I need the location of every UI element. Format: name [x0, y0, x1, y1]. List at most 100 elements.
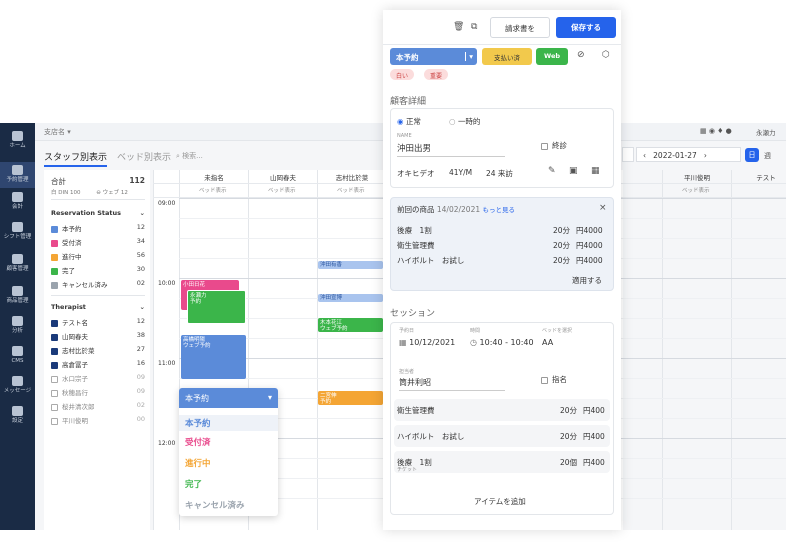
therapist-filter[interactable]: 高倉冨子 16	[51, 359, 145, 369]
event-card[interactable]: 永瀬力 予約	[187, 290, 246, 324]
day-view-button[interactable]: 日	[745, 148, 759, 162]
status-filter[interactable]: 完了 30	[51, 265, 145, 275]
status-select[interactable]: 本予約 ▾	[390, 48, 477, 65]
dropdown-option[interactable]: 完了	[185, 478, 202, 490]
customer-section-title: 顧客詳細	[390, 97, 427, 107]
previous-item-name: 後療 1割	[397, 226, 432, 235]
week-view-button[interactable]: 週	[764, 151, 771, 161]
nav-customers[interactable]: 顧客管理	[0, 254, 35, 273]
copy-icon[interactable]: ⧉	[471, 22, 477, 32]
alert-checkbox[interactable]: 終診	[541, 140, 567, 151]
dropdown-option[interactable]: 本予約	[179, 415, 278, 431]
bed-view-toggle[interactable]: ベッド表示	[682, 186, 710, 194]
event-card[interactable]: 高橋明陽 ウェブ予約	[181, 335, 246, 379]
more-link[interactable]: もっと見る	[483, 206, 516, 214]
event-card[interactable]: 沖田宣博	[318, 294, 383, 302]
therapist-filter[interactable]: 秋穂昌行 09	[51, 387, 145, 397]
nav-products[interactable]: 商品管理	[0, 286, 35, 305]
date-field[interactable]: ▦ 10/12/2021	[399, 338, 455, 347]
designate-checkbox[interactable]: 指名	[541, 374, 567, 385]
date-picker[interactable]	[622, 147, 634, 162]
tag-chip[interactable]: 白い	[390, 69, 415, 80]
hour-label: 11:00	[158, 360, 176, 367]
staff-field[interactable]: 筒井利昭	[399, 377, 505, 391]
session-item-sub: チケット	[397, 467, 418, 473]
clock-icon: ◷	[470, 338, 477, 347]
status-filter[interactable]: 本予約 12	[51, 223, 145, 233]
user-name[interactable]: 永瀬力	[756, 127, 776, 137]
edit-icon[interactable]: ✎	[548, 166, 556, 176]
status-filter[interactable]: 進行中 56	[51, 251, 145, 261]
checkbox-icon	[51, 347, 58, 355]
paid-button[interactable]: 支払い済	[482, 48, 532, 65]
tab-staff[interactable]: スタッフ別表示	[44, 150, 108, 167]
event-card[interactable]: 沖田有香	[318, 261, 383, 269]
bed-field[interactable]: AA	[542, 338, 553, 347]
invoice-button[interactable]: 請求書を	[490, 17, 550, 38]
customer-kana: オキヒデオ	[397, 169, 435, 178]
dropdown-selected[interactable]: 本予約 ▾	[179, 388, 278, 408]
chevron-down-icon: ▾	[267, 393, 272, 402]
web-icon: ⊖	[96, 190, 101, 196]
nav-shift[interactable]: シフト管理	[0, 222, 35, 241]
divider	[51, 295, 145, 296]
previous-item-time: 20分	[553, 256, 571, 265]
previous-item-time: 20分	[553, 241, 571, 250]
save-button[interactable]: 保存する	[556, 17, 616, 38]
nav-analytics[interactable]: 分析	[0, 316, 35, 335]
event-card[interactable]: 二宮伸 予約	[318, 391, 383, 405]
tab-bed[interactable]: ベッド別表示	[117, 150, 171, 163]
status-title[interactable]: Reservation Status ⌄	[51, 209, 145, 217]
status-dropdown[interactable]: 本予約 ▾ 本予約 受付済 進行中 完了 キャンセル済み	[179, 388, 278, 516]
dropdown-option[interactable]: キャンセル済み	[185, 499, 245, 511]
therapist-title[interactable]: Therapist ⌄	[51, 303, 145, 311]
dropdown-option[interactable]: 受付済	[185, 436, 211, 448]
staff-column-header: テスト	[756, 174, 776, 182]
search-input[interactable]: ⌕ 検索...	[176, 151, 203, 161]
therapist-filter[interactable]: 水口宗子 09	[51, 373, 145, 383]
column-divider	[662, 170, 663, 530]
store-selector[interactable]: 支店名 ▾	[44, 127, 71, 137]
nav-home[interactable]: ホーム	[0, 131, 35, 150]
staff-column-header: 志村比於菜	[335, 174, 369, 182]
therapist-filter[interactable]: 志村比於菜 27	[51, 345, 145, 355]
close-icon[interactable]: ×	[599, 203, 607, 213]
bed-view-toggle[interactable]: ベッド表示	[268, 186, 296, 194]
nav-messages[interactable]: メッセージ	[0, 376, 35, 395]
apply-button[interactable]: 適用する	[572, 275, 602, 286]
checkbox-icon	[51, 225, 58, 233]
session-item-price: 円400	[583, 458, 605, 467]
status-filter[interactable]: キャンセル済み 02	[51, 279, 145, 289]
nav-settings[interactable]: 設定	[0, 406, 35, 425]
bed-view-toggle[interactable]: ベッド表示	[337, 186, 365, 194]
divider	[383, 44, 621, 45]
nav-reservations[interactable]: 予約管理	[0, 162, 35, 188]
bag-icon[interactable]: ⬡	[602, 50, 610, 60]
calendar-icon: ▦	[399, 338, 407, 347]
time-field[interactable]: ◷ 10:40 - 10:40	[470, 338, 534, 347]
date-navigator[interactable]: ‹ 2022-01-27 ›	[636, 147, 741, 162]
event-card[interactable]: 木本花江 ウェブ予約	[318, 318, 383, 332]
calendar-icon[interactable]: ▦	[591, 166, 600, 176]
nav-accounting[interactable]: 会計	[0, 192, 35, 211]
therapist-filter[interactable]: 桜井清次郎 02	[51, 401, 145, 411]
cancel-icon[interactable]: ⊘	[577, 50, 585, 60]
id-card-icon[interactable]: ▣	[569, 166, 578, 176]
radio-normal[interactable]: ◉ 正常	[397, 116, 421, 127]
tag-chip[interactable]: 重要	[424, 69, 449, 80]
staff-label: 担当者	[399, 369, 415, 375]
radio-temporary[interactable]: ○ 一時的	[449, 116, 480, 127]
add-item-button[interactable]: アイテムを追加	[474, 496, 526, 507]
therapist-filter[interactable]: 山岡春夫 38	[51, 331, 145, 341]
therapist-filter[interactable]: テスト名 12	[51, 317, 145, 327]
web-button[interactable]: Web	[536, 48, 568, 65]
nav-cms[interactable]: CMS	[0, 346, 35, 365]
dropdown-option[interactable]: 進行中	[185, 457, 211, 469]
home-icon	[12, 131, 23, 141]
date-label: 予約日	[399, 328, 415, 334]
name-field[interactable]: 沖田出男	[397, 142, 505, 157]
status-filter[interactable]: 受付済 34	[51, 237, 145, 247]
trash-icon[interactable]: 🗑	[453, 22, 464, 32]
bed-view-toggle[interactable]: ベッド表示	[199, 186, 227, 194]
therapist-filter[interactable]: 平川俊明 00	[51, 415, 145, 425]
